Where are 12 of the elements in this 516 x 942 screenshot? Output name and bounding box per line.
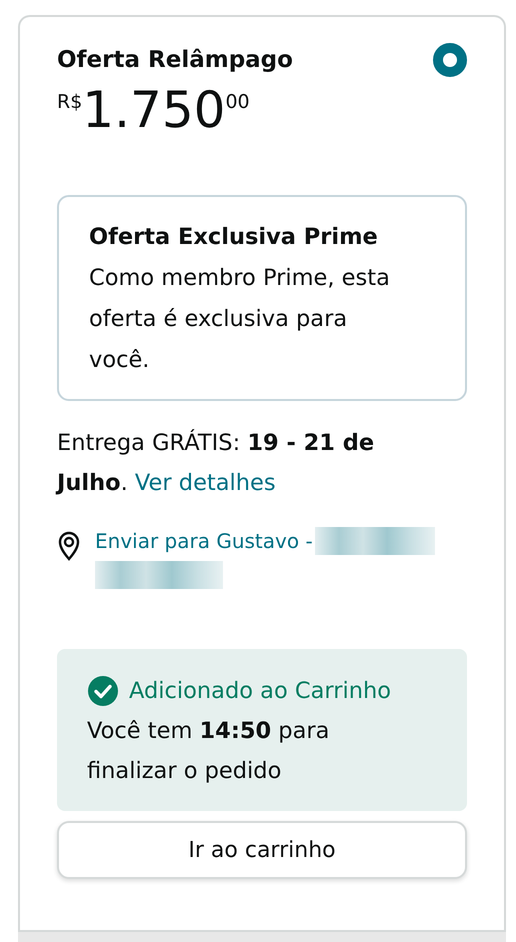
- go-to-cart-button[interactable]: Ir ao carrinho: [57, 821, 467, 879]
- ship-to-link[interactable]: Enviar para Gustavo -: [95, 529, 313, 553]
- radio-button[interactable]: [433, 43, 467, 77]
- check-icon: [87, 675, 119, 707]
- cart-status: Adicionado ao Carrinho: [129, 677, 392, 706]
- offer-title: Oferta Relâmpago: [57, 47, 293, 73]
- delivery-text: Entrega GRÁTIS: 19 - 21 de Julho. Ver detalhes: [57, 428, 376, 498]
- details-link[interactable]: Ver detalhes: [134, 470, 276, 496]
- prime-offer-text: Como membro Prime, esta oferta é exclusiva para você.: [89, 264, 391, 375]
- timer-message: Você tem 14:50 para finalizar o pedido: [87, 717, 330, 786]
- prime-offer-title: Oferta Exclusiva Prime: [89, 223, 379, 252]
- location-pin-icon: [57, 531, 81, 561]
